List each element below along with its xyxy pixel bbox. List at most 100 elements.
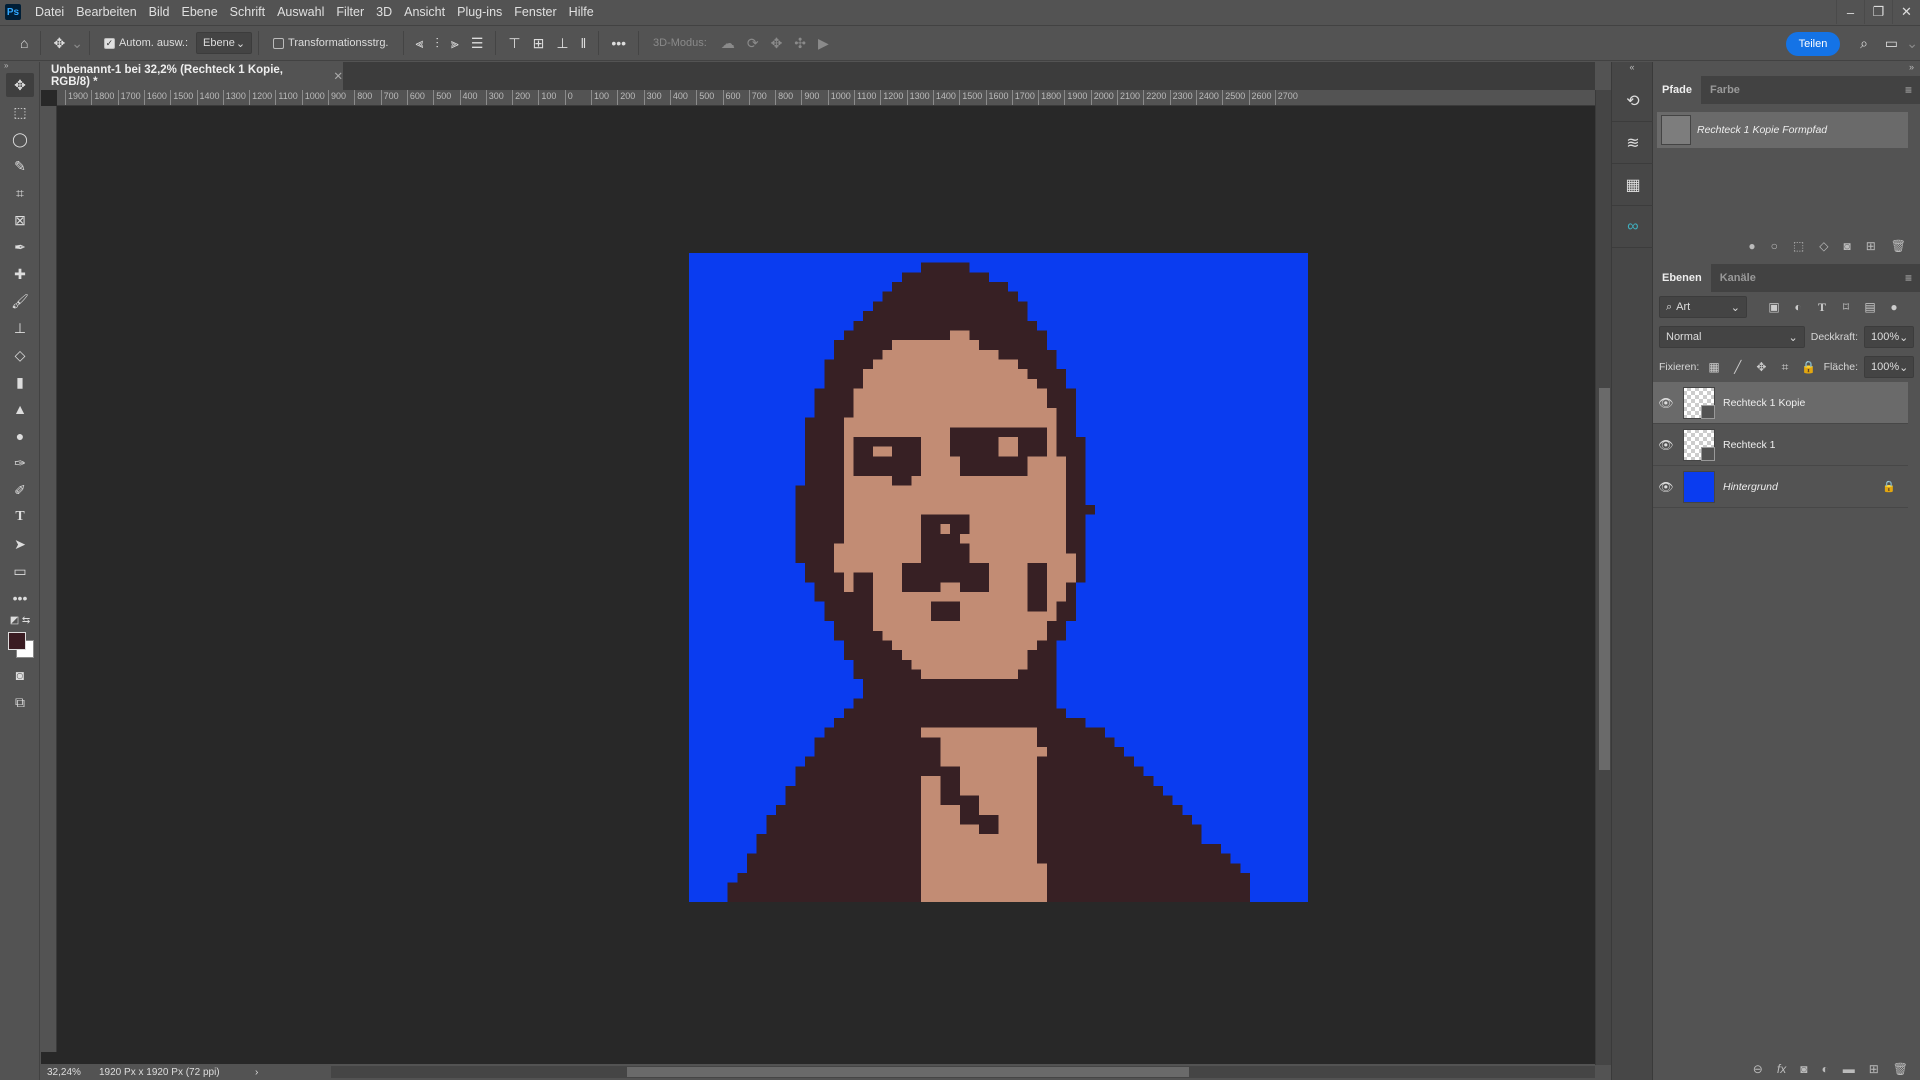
lock-position-icon[interactable]: ✥ (1753, 360, 1771, 374)
eye-icon[interactable]: 👁 (1653, 438, 1679, 452)
content-credentials-icon[interactable]: ∞ (1612, 206, 1654, 248)
layer-filter-dropdown[interactable]: ⌕ Art ⌄ (1659, 296, 1747, 318)
dodge-tool[interactable]: ● (6, 424, 34, 448)
adjustments-icon[interactable]: ▦ (1612, 164, 1654, 206)
horizontal-scrollbar[interactable] (331, 1066, 1595, 1078)
search-icon[interactable]: ⌕ (1860, 35, 1868, 52)
auto-select-target-dropdown[interactable]: Ebene ⌄ (196, 32, 253, 54)
pen-tool[interactable]: ✑ (6, 451, 34, 475)
curvature-pen-tool[interactable]: ✐ (6, 478, 34, 502)
type-tool[interactable]: T (6, 505, 34, 529)
healing-brush-tool[interactable]: ✚ (6, 262, 34, 286)
delete-path-icon[interactable]: 🗑 (1891, 239, 1906, 253)
chevron-down-icon[interactable]: ⌄ (71, 35, 83, 52)
add-mask-icon[interactable]: ◙ (1800, 1062, 1807, 1076)
layer-name[interactable]: Rechteck 1 Kopie (1723, 397, 1908, 409)
minimize-button[interactable]: – (1836, 0, 1864, 24)
move-tool-icon[interactable]: ✥ (53, 35, 65, 52)
transform-controls-checkbox[interactable]: Transformationsstrg. (273, 37, 389, 49)
layer-name[interactable]: Rechteck 1 (1723, 439, 1908, 451)
more-tools-icon[interactable]: ••• (6, 586, 34, 610)
frame-tool[interactable]: ⊠ (6, 208, 34, 232)
zoom-level[interactable]: 32,24% (41, 1067, 85, 1078)
close-tab-icon[interactable]: ✕ (333, 69, 343, 83)
add-mask-icon[interactable]: ◙ (1843, 239, 1850, 253)
filter-adjustment-icon[interactable]: ◐ (1789, 300, 1807, 314)
history-icon[interactable]: ⟲ (1612, 80, 1654, 122)
adjustment-layer-icon[interactable]: ◐ (1821, 1062, 1828, 1076)
expand-panels-icon[interactable]: » (1653, 62, 1920, 76)
quick-mask-icon[interactable]: ◙ (6, 663, 34, 687)
eyedropper-tool[interactable]: ✒ (6, 235, 34, 259)
fx-icon[interactable]: fx (1777, 1062, 1786, 1076)
fill-path-icon[interactable]: ● (1748, 239, 1755, 253)
home-icon[interactable]: ⌂ (20, 35, 28, 51)
layer-row[interactable]: 👁 Hintergrund 🔒 (1653, 466, 1908, 508)
tab-farbe[interactable]: Farbe (1701, 76, 1749, 104)
marquee-tool[interactable]: ⬚ (6, 100, 34, 124)
distribute-horizontal-icon[interactable]: ‖ (581, 35, 587, 51)
quick-select-tool[interactable]: ✎ (6, 154, 34, 178)
align-bottom-icon[interactable]: ⊥ (556, 35, 568, 52)
vertical-scrollbar[interactable] (1595, 90, 1611, 1065)
filter-type-icon[interactable]: T (1813, 300, 1831, 315)
path-item[interactable]: Rechteck 1 Kopie Formpfad (1657, 112, 1908, 148)
document-tab[interactable]: Unbenannt-1 bei 32,2% (Rechteck 1 Kopie,… (41, 62, 343, 90)
checkbox-unchecked-icon[interactable] (273, 37, 285, 49)
lock-transparency-icon[interactable]: ▦ (1705, 360, 1723, 374)
align-horizontal-center-icon[interactable]: ⫶ (435, 35, 439, 52)
3d-roll-icon[interactable]: ⟳ (747, 35, 759, 52)
filter-pixel-icon[interactable]: ▣ (1765, 300, 1783, 314)
distribute-vertical-icon[interactable]: ☰ (471, 35, 484, 52)
auto-select-checkbox[interactable]: ✓ Autom. ausw.: (103, 37, 188, 49)
align-vertical-center-icon[interactable]: ⊞ (533, 35, 545, 52)
libraries-icon[interactable]: ≋ (1612, 122, 1654, 164)
align-left-icon[interactable]: ⫷ (416, 35, 424, 52)
opacity-input[interactable]: 100% ⌄ (1864, 326, 1914, 348)
workspace-icon[interactable]: ▭ (1885, 35, 1898, 52)
menu-auswahl[interactable]: Auswahl (271, 0, 330, 24)
menu-fenster[interactable]: Fenster (508, 0, 562, 24)
restore-button[interactable]: ❐ (1864, 0, 1892, 24)
filter-toggle-icon[interactable]: ● (1885, 300, 1903, 314)
menu-ansicht[interactable]: Ansicht (398, 0, 451, 24)
filter-smart-object-icon[interactable]: ▤ (1861, 300, 1879, 314)
clone-stamp-tool[interactable]: ⊥ (6, 316, 34, 340)
new-group-icon[interactable]: ▬ (1843, 1062, 1855, 1076)
crop-tool[interactable]: ⌗ (6, 181, 34, 205)
path-selection-tool[interactable]: ➤ (6, 532, 34, 556)
menu-bild[interactable]: Bild (143, 0, 176, 24)
horizontal-ruler[interactable]: 1900 1800 1700 1600 1500 1400 1300 1200 1100 1000… (57, 90, 1595, 106)
eraser-tool[interactable]: ◇ (6, 343, 34, 367)
screen-mode-icon[interactable]: ⧉ (6, 690, 34, 714)
checkbox-checked-icon[interactable]: ✓ (103, 37, 115, 49)
sharpen-tool[interactable]: ▲ (6, 397, 34, 421)
tab-pfade[interactable]: Pfade (1653, 76, 1701, 104)
menu-schrift[interactable]: Schrift (224, 0, 271, 24)
vertical-scroll-thumb[interactable] (1599, 388, 1610, 770)
panel-menu-icon[interactable]: ≡ (1905, 264, 1920, 292)
align-top-icon[interactable]: ⊤ (508, 35, 520, 52)
eye-icon[interactable]: 👁 (1653, 480, 1679, 494)
load-selection-icon[interactable]: ⬚ (1793, 239, 1804, 253)
gradient-tool[interactable]: ▮ (6, 370, 34, 394)
lock-all-icon[interactable]: 🔒 (1800, 360, 1818, 374)
lasso-tool[interactable]: ◯ (6, 127, 34, 151)
menu-filter[interactable]: Filter (330, 0, 370, 24)
chevron-down-icon[interactable]: ⌄ (1906, 35, 1918, 52)
panel-menu-icon[interactable]: ≡ (1905, 76, 1920, 104)
menu-ebene[interactable]: Ebene (176, 0, 224, 24)
menu-bearbeiten[interactable]: Bearbeiten (70, 0, 142, 24)
filter-shape-icon[interactable]: ⌑ (1837, 300, 1855, 314)
layer-row[interactable]: 👁 Rechteck 1 Kopie (1653, 382, 1908, 424)
close-button[interactable]: ✕ (1892, 0, 1920, 24)
eye-icon[interactable]: 👁 (1653, 396, 1679, 410)
pixel-art-image[interactable] (689, 253, 1308, 902)
menu-plugins[interactable]: Plug-ins (451, 0, 508, 24)
menu-3d[interactable]: 3D (370, 0, 398, 24)
move-tool[interactable]: ✥ (6, 73, 34, 97)
share-button[interactable]: Teilen (1786, 32, 1840, 56)
3d-camera-icon[interactable]: ▶ (818, 35, 829, 52)
more-options-button[interactable]: ••• (611, 35, 626, 51)
collapse-icon[interactable]: » (0, 62, 39, 70)
